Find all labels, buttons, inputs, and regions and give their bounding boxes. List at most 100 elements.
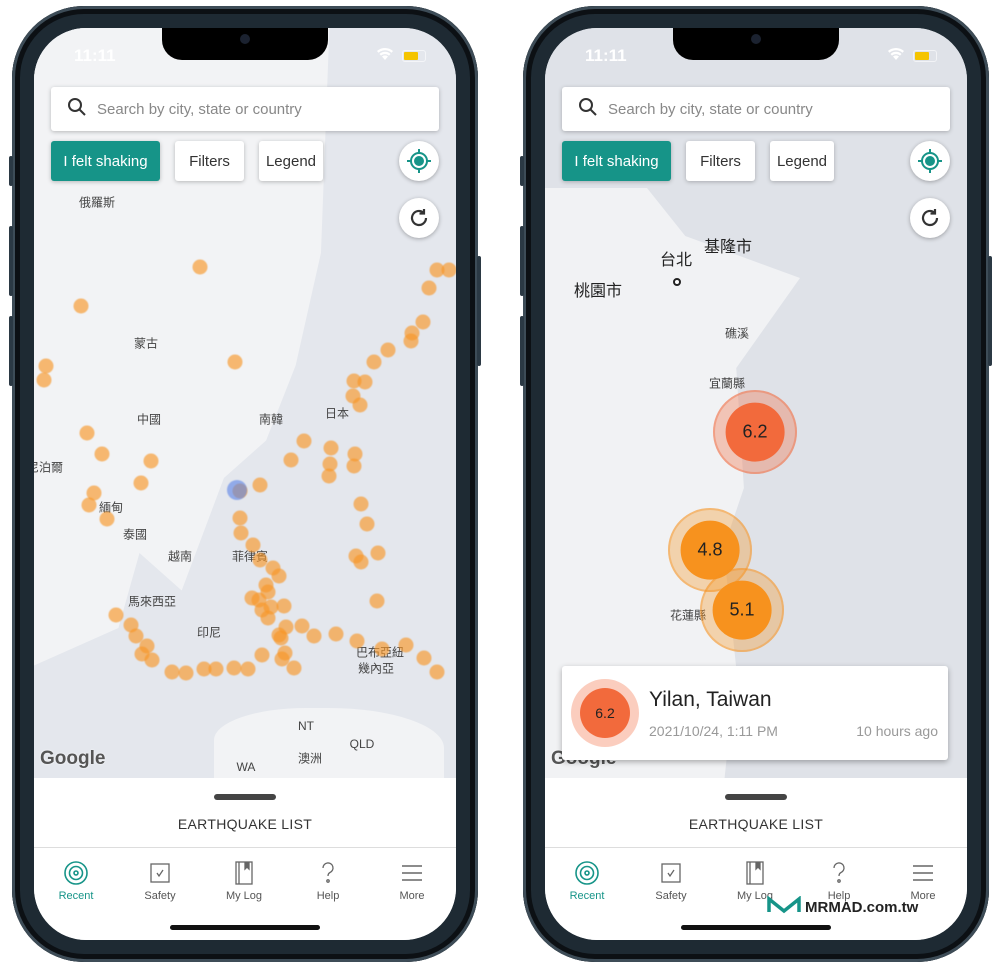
notch bbox=[162, 28, 328, 60]
tab-label: Safety bbox=[655, 890, 687, 902]
earthquake-dot[interactable] bbox=[133, 475, 149, 491]
drag-handle[interactable] bbox=[214, 794, 276, 800]
earthquake-dot[interactable] bbox=[254, 602, 270, 618]
camera bbox=[240, 34, 250, 44]
place-name: Yilan, Taiwan bbox=[649, 688, 772, 711]
selected-magnitude-badge: 6.2 bbox=[571, 679, 639, 747]
earthquake-dot[interactable] bbox=[94, 446, 110, 462]
earthquake-dot[interactable] bbox=[36, 372, 52, 388]
earthquake-dot[interactable] bbox=[306, 628, 322, 644]
felt-shaking-button[interactable]: I felt shaking bbox=[51, 141, 160, 181]
earthquake-dot[interactable] bbox=[415, 314, 431, 330]
side-button bbox=[520, 316, 524, 386]
earthquake-dot[interactable] bbox=[233, 525, 249, 541]
earthquake-dot[interactable] bbox=[353, 554, 369, 570]
quake-time-ago: 10 hours ago bbox=[856, 723, 938, 739]
tab-my-log[interactable]: My Log bbox=[202, 860, 286, 902]
earthquake-list-sheet[interactable]: EARTHQUAKE LIST bbox=[545, 778, 967, 848]
earthquake-dot[interactable] bbox=[296, 433, 312, 449]
drag-handle[interactable] bbox=[725, 794, 787, 800]
earthquake-dot[interactable] bbox=[38, 358, 54, 374]
tab-recent[interactable]: Recent bbox=[34, 860, 118, 902]
earthquake-marker[interactable]: 5.1 bbox=[700, 568, 784, 652]
earthquake-dot[interactable] bbox=[79, 425, 95, 441]
search-input[interactable]: Search by city, state or country bbox=[97, 101, 302, 118]
map-label: 澳洲 bbox=[297, 751, 323, 766]
tab-safety[interactable]: Safety bbox=[118, 860, 202, 902]
tab-help[interactable]: Help bbox=[286, 860, 370, 902]
earthquake-dot[interactable] bbox=[227, 354, 243, 370]
earthquake-dot[interactable] bbox=[370, 545, 386, 561]
earthquake-dot[interactable] bbox=[232, 510, 248, 526]
earthquake-dot[interactable] bbox=[380, 342, 396, 358]
earthquake-dot[interactable] bbox=[273, 630, 289, 646]
earthquake-dot[interactable] bbox=[81, 497, 97, 513]
quake-datetime: 2021/10/24, 1:11 PM bbox=[649, 723, 778, 739]
my-location-button[interactable] bbox=[910, 141, 950, 181]
my-location-button[interactable] bbox=[399, 141, 439, 181]
earthquake-dot[interactable] bbox=[252, 477, 268, 493]
earthquake-dot[interactable] bbox=[134, 646, 150, 662]
legend-button[interactable]: Legend bbox=[770, 141, 834, 181]
earthquake-dot[interactable] bbox=[398, 637, 414, 653]
tab-safety[interactable]: Safety bbox=[629, 860, 713, 902]
earthquake-list-sheet[interactable]: EARTHQUAKE LIST bbox=[34, 778, 456, 848]
earthquake-dot[interactable] bbox=[240, 661, 256, 677]
earthquake-dot[interactable] bbox=[178, 665, 194, 681]
search-bar[interactable]: Search by city, state or country bbox=[562, 87, 950, 131]
earthquake-dot[interactable] bbox=[143, 453, 159, 469]
earthquake-dot[interactable] bbox=[283, 452, 299, 468]
earthquake-dot[interactable] bbox=[328, 626, 344, 642]
earthquake-dot[interactable] bbox=[346, 373, 362, 389]
earthquake-marker[interactable]: 6.2 bbox=[713, 390, 797, 474]
earthquake-dot[interactable] bbox=[429, 664, 445, 680]
tab-label: My Log bbox=[225, 890, 263, 902]
search-bar[interactable]: Search by city, state or country bbox=[51, 87, 439, 131]
watermark-text: MRMAD.com.tw bbox=[805, 898, 919, 916]
question-icon bbox=[797, 860, 881, 886]
earthquake-dot[interactable] bbox=[346, 458, 362, 474]
earthquake-dot[interactable] bbox=[366, 354, 382, 370]
filters-button[interactable]: Filters bbox=[686, 141, 755, 181]
current-location-dot bbox=[227, 480, 247, 500]
earthquake-dot[interactable] bbox=[349, 633, 365, 649]
legend-button[interactable]: Legend bbox=[259, 141, 323, 181]
earthquake-dot[interactable] bbox=[441, 262, 456, 278]
earthquake-dot[interactable] bbox=[108, 607, 124, 623]
earthquake-dot[interactable] bbox=[352, 397, 368, 413]
earthquake-dot[interactable] bbox=[164, 664, 180, 680]
earthquake-dot[interactable] bbox=[99, 511, 115, 527]
tab-more[interactable]: More bbox=[370, 860, 454, 902]
search-input[interactable]: Search by city, state or country bbox=[608, 101, 813, 118]
earthquake-dot[interactable] bbox=[359, 516, 375, 532]
menu-icon bbox=[881, 860, 965, 886]
earthquake-dot[interactable] bbox=[286, 660, 302, 676]
earthquake-dot[interactable] bbox=[321, 468, 337, 484]
refresh-button[interactable] bbox=[399, 198, 439, 238]
refresh-button[interactable] bbox=[910, 198, 950, 238]
earthquake-dot[interactable] bbox=[254, 647, 270, 663]
earthquake-dot[interactable] bbox=[245, 537, 261, 553]
earthquake-dot[interactable] bbox=[323, 440, 339, 456]
earthquake-dot[interactable] bbox=[353, 496, 369, 512]
notch bbox=[673, 28, 839, 60]
earthquake-dot[interactable] bbox=[208, 661, 224, 677]
tab-recent[interactable]: Recent bbox=[545, 860, 629, 902]
filters-button[interactable]: Filters bbox=[175, 141, 244, 181]
magnitude-label: 5.1 bbox=[729, 599, 755, 620]
earthquake-dot[interactable] bbox=[369, 593, 385, 609]
felt-shaking-button[interactable]: I felt shaking bbox=[562, 141, 671, 181]
earthquake-dot[interactable] bbox=[416, 650, 432, 666]
earthquake-dot[interactable] bbox=[421, 280, 437, 296]
question-icon bbox=[286, 860, 370, 886]
earthquake-detail-card[interactable]: 6.2 Yilan, Taiwan 2021/10/24, 1:11 PM 10 ho… bbox=[562, 666, 948, 760]
earthquake-dot[interactable] bbox=[277, 645, 293, 661]
earthquake-dot[interactable] bbox=[403, 333, 419, 349]
earthquake-dot[interactable] bbox=[73, 298, 89, 314]
earthquake-dot[interactable] bbox=[226, 660, 242, 676]
earthquake-list-title: EARTHQUAKE LIST bbox=[177, 816, 313, 832]
earthquake-dot[interactable] bbox=[271, 568, 287, 584]
earthquake-dot[interactable] bbox=[276, 598, 292, 614]
earthquake-dot[interactable] bbox=[192, 259, 208, 275]
earthquake-dot[interactable] bbox=[374, 641, 390, 657]
